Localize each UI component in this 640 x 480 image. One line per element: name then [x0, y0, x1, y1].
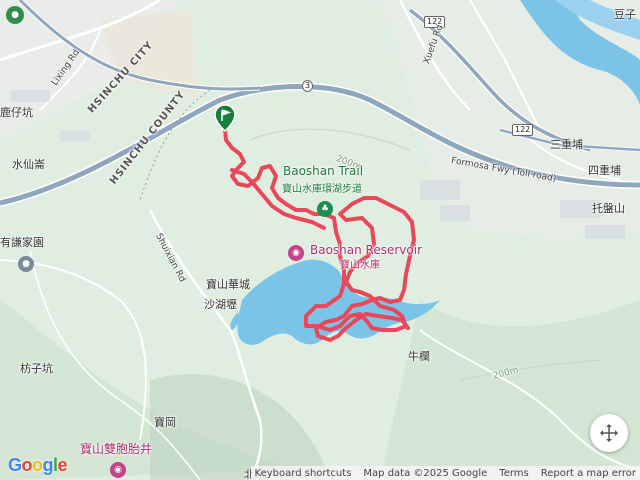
- baoshan-trail-label[interactable]: Baoshan Trail: [283, 164, 363, 178]
- fullscreen-button[interactable]: [590, 414, 628, 452]
- camera-icon[interactable]: ◉: [110, 462, 126, 478]
- camera-icon[interactable]: ◉: [288, 245, 304, 261]
- tuopanshan-label: 托盤山: [592, 202, 625, 215]
- shuixianlun-label: 水仙崙: [12, 158, 45, 171]
- sanchongpu-label: 三重埔: [550, 138, 583, 151]
- baoshan-reservoir-zh-label[interactable]: 寶山水庫: [340, 256, 380, 271]
- map-canvas[interactable]: ♣ ◉ ◉ ● ● 3 122 122 HSINCHU CITY HSINCHU…: [0, 0, 640, 480]
- baogang-label: 寶岡: [154, 416, 176, 429]
- twin-well-label[interactable]: 寶山雙胞胎井: [80, 440, 152, 457]
- attribution-bar: Keyboard shortcuts Map data ©2025 Google…: [250, 466, 640, 480]
- map-data-text: Map data ©2025 Google: [363, 467, 488, 479]
- park-icon[interactable]: ♣: [317, 201, 333, 217]
- lukezi-label: 鹿仔坑: [0, 106, 33, 119]
- baoshan-huacheng-label: 寶山華城: [206, 278, 250, 291]
- start-flag-icon[interactable]: [214, 104, 236, 133]
- route-shield-122: 122: [512, 124, 534, 136]
- route-shield-3: 3: [302, 80, 314, 92]
- shahubei-label: 沙湖壢: [204, 298, 237, 311]
- niulan-label: 牛欄: [408, 350, 430, 363]
- baoshan-trail-zh-label[interactable]: 寶山水庫環湖步道: [282, 180, 362, 195]
- map-base-layer: [0, 0, 640, 480]
- sichongpu-label: 四重埔: [588, 164, 621, 177]
- keyboard-shortcuts-link[interactable]: Keyboard shortcuts: [255, 468, 352, 479]
- place-marker-icon[interactable]: ●: [18, 256, 34, 272]
- douzi-label: 豆子: [614, 8, 636, 21]
- report-error-link[interactable]: Report a map error: [541, 468, 636, 479]
- fullscreen-icon: [600, 424, 618, 442]
- baoshan-reservoir-label[interactable]: Baoshan Reservoir: [310, 243, 422, 257]
- fangzikeng-label: 枋子坑: [20, 362, 53, 375]
- google-logo: Google: [8, 455, 68, 475]
- place-marker-icon[interactable]: ●: [6, 6, 24, 24]
- terms-link[interactable]: Terms: [499, 468, 528, 479]
- youqianjiayuan-label: 有謙家園: [0, 236, 44, 249]
